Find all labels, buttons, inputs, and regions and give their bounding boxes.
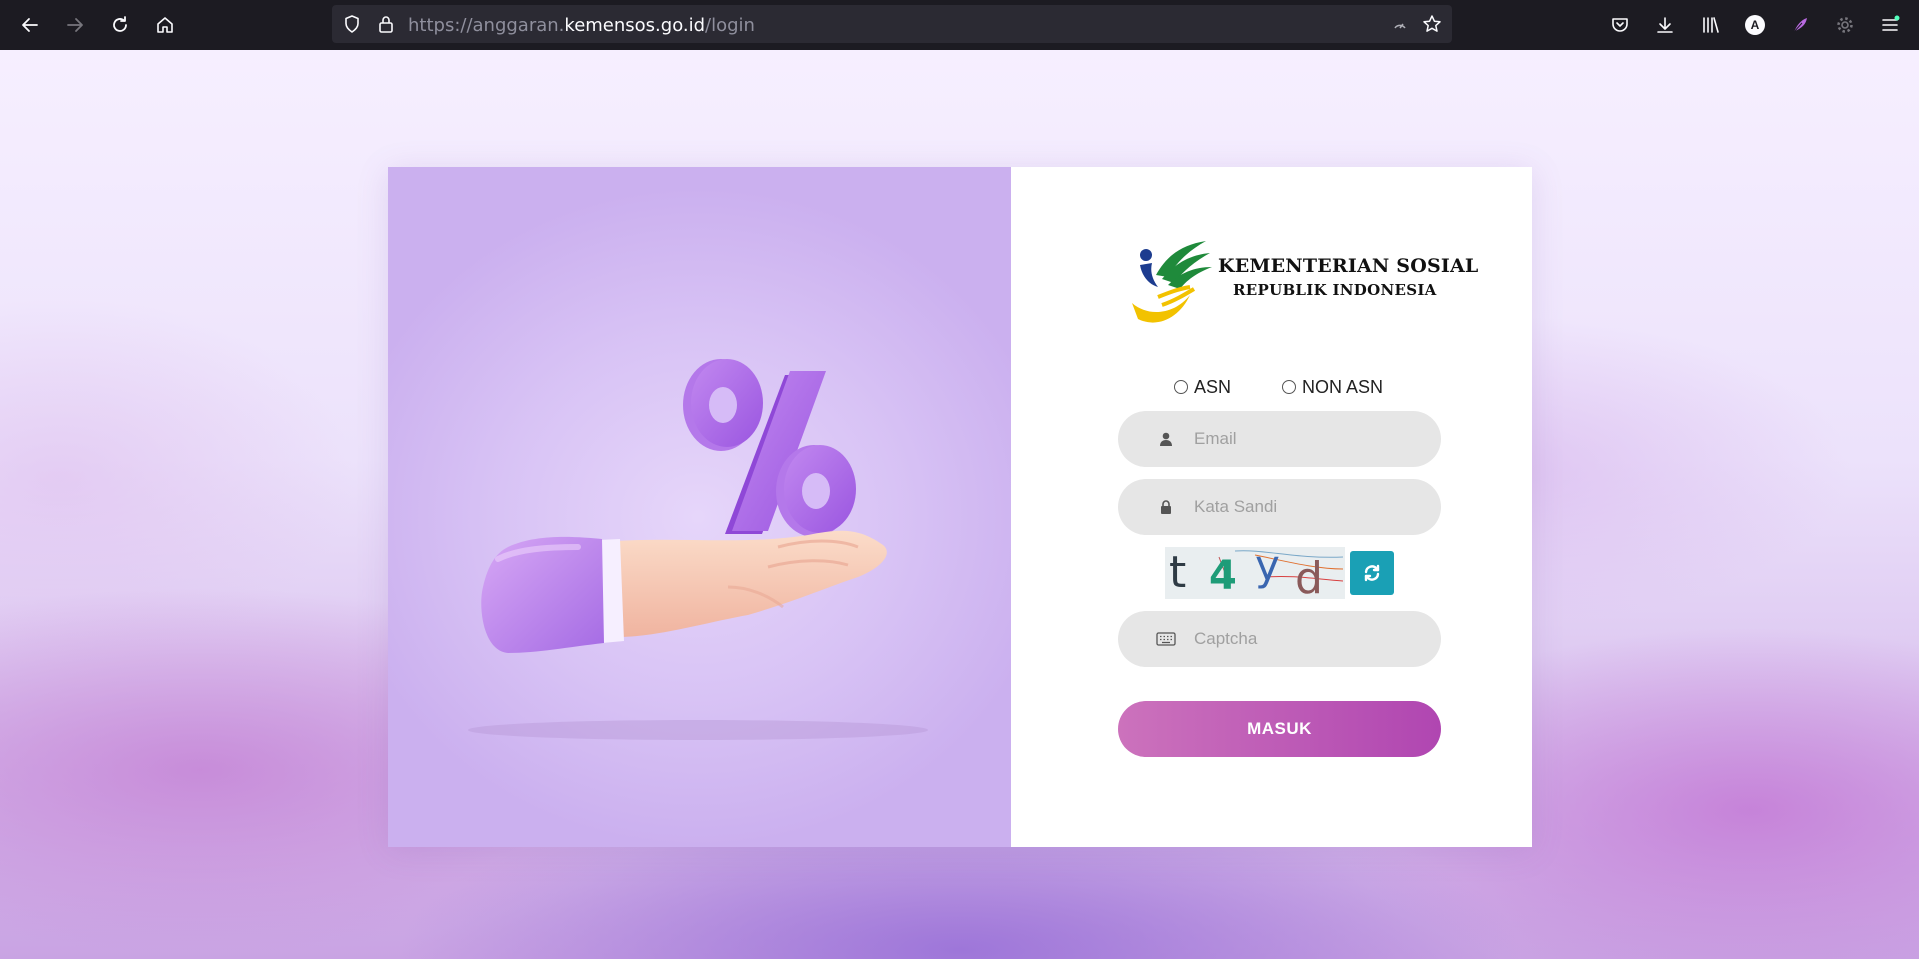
logo-subtitle: REPUBLIK INDONESIA bbox=[1233, 281, 1437, 299]
captcha-image: t 4 y d bbox=[1165, 547, 1345, 599]
bookmark-star-icon[interactable] bbox=[1422, 14, 1442, 34]
captcha-char-4: d bbox=[1295, 553, 1323, 599]
library-icon bbox=[1703, 17, 1719, 33]
home-icon bbox=[157, 17, 173, 33]
back-button[interactable] bbox=[15, 10, 45, 40]
menu-button[interactable] bbox=[1875, 10, 1905, 40]
captcha-input[interactable] bbox=[1194, 611, 1424, 667]
keyboard-icon bbox=[1156, 632, 1176, 646]
login-page: KEMENTERIAN SOSIAL REPUBLIK INDONESIA AS… bbox=[0, 50, 1919, 959]
reload-icon bbox=[113, 16, 127, 32]
pocket-button[interactable] bbox=[1605, 10, 1635, 40]
captcha-field[interactable] bbox=[1118, 611, 1441, 667]
radio-asn[interactable]: ASN bbox=[1174, 375, 1231, 399]
password-field[interactable] bbox=[1118, 479, 1441, 535]
forward-arrow-icon bbox=[67, 18, 83, 32]
user-icon bbox=[1160, 432, 1172, 446]
account-button[interactable]: A bbox=[1740, 10, 1770, 40]
refresh-icon bbox=[1364, 564, 1380, 582]
tracking-shield-icon[interactable] bbox=[342, 14, 362, 34]
downloads-button[interactable] bbox=[1650, 10, 1680, 40]
forward-button[interactable] bbox=[60, 10, 90, 40]
radio-non-asn-circle[interactable] bbox=[1282, 380, 1296, 394]
login-form-panel: KEMENTERIAN SOSIAL REPUBLIK INDONESIA AS… bbox=[1011, 167, 1532, 847]
captcha-char-1: t bbox=[1169, 547, 1187, 598]
home-button[interactable] bbox=[150, 10, 180, 40]
hand-percent-illustration bbox=[468, 359, 928, 740]
logo-title: KEMENTERIAN SOSIAL bbox=[1218, 255, 1479, 277]
captcha-char-2: 4 bbox=[1209, 553, 1237, 599]
kemensos-emblem-icon bbox=[1132, 241, 1212, 323]
radio-asn-circle[interactable] bbox=[1174, 380, 1188, 394]
captcha-char-3: y bbox=[1255, 547, 1280, 590]
illustration-panel bbox=[388, 167, 1011, 847]
hamburger-menu-icon bbox=[1882, 15, 1900, 31]
library-button[interactable] bbox=[1695, 10, 1725, 40]
reader-view-icon[interactable] bbox=[1390, 14, 1410, 34]
pocket-icon bbox=[1612, 18, 1628, 32]
settings-extension-button[interactable] bbox=[1830, 10, 1860, 40]
password-input[interactable] bbox=[1194, 479, 1424, 535]
account-avatar: A bbox=[1745, 15, 1765, 35]
back-arrow-icon bbox=[22, 18, 38, 32]
email-field[interactable] bbox=[1118, 411, 1441, 467]
extension-button[interactable] bbox=[1785, 10, 1815, 40]
address-bar[interactable]: https://anggaran.kemensos.go.id/login bbox=[332, 5, 1452, 43]
login-button[interactable]: MASUK bbox=[1118, 701, 1441, 757]
login-card: KEMENTERIAN SOSIAL REPUBLIK INDONESIA AS… bbox=[388, 167, 1532, 847]
email-input[interactable] bbox=[1194, 411, 1424, 467]
kemensos-logo: KEMENTERIAN SOSIAL REPUBLIK INDONESIA bbox=[1128, 233, 1478, 329]
radio-non-asn-label: NON ASN bbox=[1302, 376, 1384, 397]
gear-icon bbox=[1837, 17, 1853, 33]
lock-icon[interactable] bbox=[376, 14, 396, 34]
browser-toolbar: https://anggaran.kemensos.go.id/login A bbox=[0, 0, 1919, 50]
radio-non-asn[interactable]: NON ASN bbox=[1282, 375, 1383, 399]
captcha-refresh-button[interactable] bbox=[1350, 551, 1394, 595]
download-icon bbox=[1657, 17, 1673, 33]
feather-extension-icon bbox=[1793, 18, 1807, 33]
radio-asn-label: ASN bbox=[1194, 376, 1232, 397]
url-text[interactable]: https://anggaran.kemensos.go.id/login bbox=[408, 15, 755, 36]
reload-button[interactable] bbox=[105, 10, 135, 40]
lock-icon bbox=[1161, 500, 1171, 514]
